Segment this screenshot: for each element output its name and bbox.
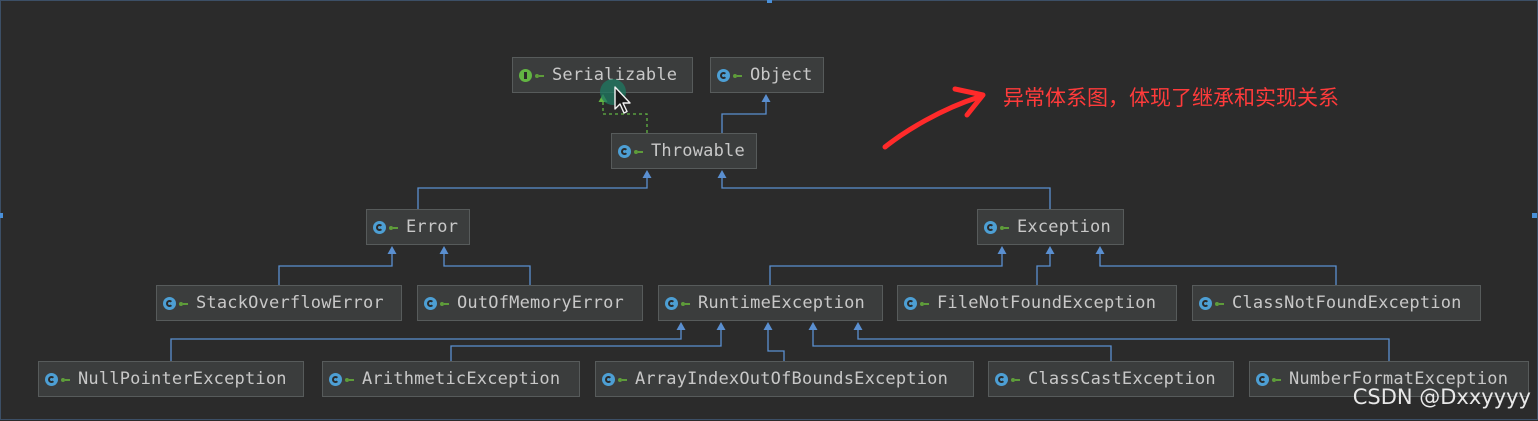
public-visibility-icon: [920, 301, 929, 306]
class-node-label: ClassCastException: [1028, 369, 1216, 389]
class-node-label: Throwable: [651, 141, 745, 161]
arrowhead-icon: [763, 322, 773, 330]
public-visibility-icon: [733, 73, 742, 78]
public-visibility-icon: [1215, 301, 1224, 306]
public-visibility-icon: [618, 377, 627, 382]
edge-arithmeticexception-to-runtimeexception: [450, 322, 726, 361]
class-node-label: ClassNotFoundException: [1232, 293, 1462, 313]
edge-error-to-throwable: [417, 170, 652, 209]
class-node-label: RuntimeException: [698, 293, 865, 313]
arrowhead-icon: [676, 322, 686, 330]
annotation-arrow-icon: [882, 86, 986, 150]
class-node-label: ArrayIndexOutOfBoundsException: [635, 369, 949, 389]
edge-numberformatexception-to-runtimeexception: [853, 322, 1390, 361]
class-icon: [665, 296, 678, 310]
class-node-label: OutOfMemoryError: [457, 293, 624, 313]
class-node-label: ArithmeticException: [362, 369, 561, 389]
public-visibility-icon: [61, 377, 70, 382]
interface-icon: [519, 68, 532, 82]
class-icon: [904, 296, 917, 310]
arrowhead-icon: [1045, 246, 1055, 254]
arrowhead-icon: [853, 322, 863, 330]
class-icon: [984, 220, 997, 234]
diagram-annotation: 异常体系图，体现了继承和实现关系: [1003, 86, 1339, 110]
class-icon: [717, 68, 730, 82]
class-node-throwable[interactable]: Throwable: [611, 133, 757, 169]
class-icon: [995, 372, 1008, 386]
arrowhead-icon: [997, 246, 1007, 254]
edge-classnotfoundexception-to-exception: [1095, 246, 1337, 285]
public-visibility-icon: [634, 149, 643, 154]
arrowhead-icon: [808, 322, 818, 330]
class-icon: [1199, 296, 1212, 310]
diagram-canvas: Serializable Object Throwable Error Exceptio…: [0, 0, 1538, 420]
class-icon: [329, 372, 342, 386]
class-node-classnotfoundexception[interactable]: ClassNotFoundException: [1192, 285, 1481, 321]
class-node-label: Error: [406, 217, 459, 237]
watermark: CSDN @Dxxyyyy: [1352, 385, 1531, 409]
class-node-object[interactable]: Object: [710, 57, 824, 93]
class-node-runtimeexception[interactable]: RuntimeException: [658, 285, 883, 321]
class-icon: [1256, 372, 1269, 386]
edge-throwable-to-object: [721, 94, 771, 133]
arrowhead-icon: [716, 322, 726, 330]
arrowhead-icon: [761, 94, 771, 102]
class-node-nullpointerexception[interactable]: NullPointerException: [38, 361, 304, 397]
public-visibility-icon: [1272, 377, 1281, 382]
class-node-label: FileNotFoundException: [937, 293, 1157, 313]
class-node-error[interactable]: Error: [366, 209, 470, 245]
class-node-outofmemoryerror[interactable]: OutOfMemoryError: [417, 285, 643, 321]
class-node-filenotfoundexception[interactable]: FileNotFoundException: [897, 285, 1177, 321]
class-node-stackoverflowerror[interactable]: StackOverflowError: [156, 285, 402, 321]
public-visibility-icon: [179, 301, 188, 306]
class-node-arithmeticexception[interactable]: ArithmeticException: [322, 361, 580, 397]
class-node-label: Exception: [1017, 217, 1111, 237]
class-node-arrayindexoutofboundsexception[interactable]: ArrayIndexOutOfBoundsException: [595, 361, 974, 397]
arrowhead-icon: [717, 170, 727, 178]
edge-runtimeexception-to-exception: [769, 246, 1007, 285]
arrowhead-icon: [1095, 246, 1105, 254]
public-visibility-icon: [345, 377, 354, 382]
public-visibility-icon: [1000, 225, 1009, 230]
class-node-exception[interactable]: Exception: [977, 209, 1124, 245]
arrowhead-icon: [387, 246, 397, 254]
class-icon: [618, 144, 631, 158]
class-node-label: Object: [750, 65, 813, 85]
public-visibility-icon: [440, 301, 449, 306]
public-visibility-icon: [681, 301, 690, 306]
class-icon: [45, 372, 58, 386]
public-visibility-icon: [389, 225, 398, 230]
class-icon: [373, 220, 386, 234]
edge-arrayindexoutofboundsexception-to-runtimeexception: [763, 322, 785, 361]
class-icon: [424, 296, 437, 310]
edge-stackoverflowerror-to-error: [278, 246, 397, 285]
arrowhead-icon: [642, 170, 652, 178]
edge-nullpointerexception-to-runtimeexception: [170, 322, 686, 361]
class-node-label: StackOverflowError: [196, 293, 384, 313]
edge-classcastexception-to-runtimeexception: [808, 322, 1112, 361]
class-node-classcastexception[interactable]: ClassCastException: [988, 361, 1234, 397]
edge-outofmemoryerror-to-error: [439, 246, 531, 285]
public-visibility-icon: [1011, 377, 1020, 382]
class-node-label: NullPointerException: [78, 369, 287, 389]
class-icon: [163, 296, 176, 310]
mouse-cursor-icon: [600, 79, 631, 114]
public-visibility-icon: [535, 73, 544, 78]
class-icon: [602, 372, 615, 386]
arrowhead-icon: [439, 246, 449, 254]
edge-filenotfoundexception-to-exception: [1036, 246, 1055, 285]
edge-exception-to-throwable: [717, 170, 1051, 209]
